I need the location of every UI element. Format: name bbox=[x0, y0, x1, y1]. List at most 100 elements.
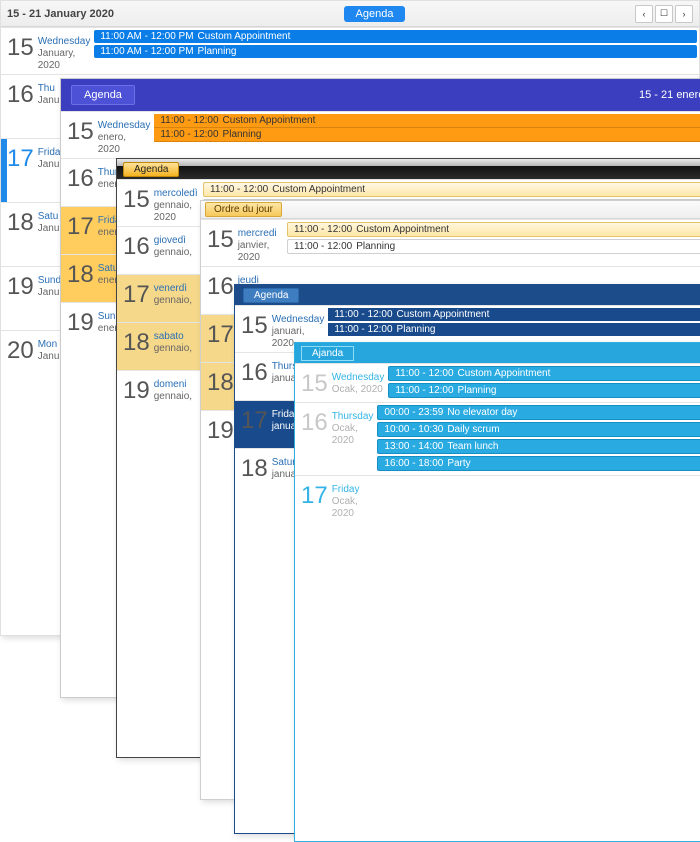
date-cell: 17 venerdìgennaio, bbox=[117, 275, 201, 322]
agenda-button[interactable]: Agenda bbox=[71, 85, 135, 105]
month-label: gennaio, bbox=[154, 391, 192, 402]
agenda-day-row[interactable]: 15 Wednesdayenero, 2020 11:00 - 12:00Cus… bbox=[61, 111, 700, 158]
agenda-button[interactable]: Ajanda bbox=[301, 346, 354, 361]
appointment-title: Custom Appointment bbox=[397, 309, 490, 320]
date-cell: 16 giovedìgennaio, bbox=[117, 227, 201, 274]
appointment-bar[interactable]: 11:00 - 12:00Planning bbox=[328, 323, 700, 336]
day-number: 17 bbox=[237, 403, 272, 435]
month-label: Janu bbox=[38, 95, 60, 106]
appointment-time: 10:00 - 10:30 bbox=[384, 424, 443, 435]
appointment-time: 11:00 - 12:00 bbox=[395, 385, 453, 396]
day-number: 17 bbox=[203, 317, 238, 349]
agenda-day-row[interactable]: 15 WednesdayJanuary, 2020 11:00 AM - 12:… bbox=[1, 27, 699, 74]
toolbar: Ordre du jour bbox=[201, 201, 700, 219]
appointment-title: No elevator day bbox=[447, 407, 517, 418]
event-column: 11:00 - 12:00Custom Appointment11:00 - 1… bbox=[386, 364, 700, 402]
today-button[interactable]: ☐ bbox=[655, 5, 673, 23]
day-number: 16 bbox=[3, 77, 38, 109]
month-label: Janu bbox=[38, 223, 60, 234]
date-range-title: 15 - 21 January 2020 bbox=[7, 8, 114, 20]
appointment-time: 11:00 AM - 12:00 PM bbox=[100, 46, 193, 57]
appointment-bar[interactable]: 11:00 AM - 12:00 PMCustom Appointment bbox=[94, 30, 697, 43]
day-number: 18 bbox=[119, 325, 154, 357]
date-cell: 15 mercoledìgennaio, 2020 bbox=[117, 180, 201, 226]
prev-button[interactable]: ‹ bbox=[635, 5, 653, 23]
weekday-label: Sun bbox=[98, 311, 116, 322]
appointment-title: Planning bbox=[223, 129, 262, 140]
appointment-title: Party bbox=[447, 458, 470, 469]
month-label: Janu bbox=[38, 351, 60, 362]
event-column: 11:00 - 12:00Custom Appointment11:00 - 1… bbox=[152, 112, 700, 158]
calendar-layer-cyan: Ajanda 15 WednesdayOcak, 2020 11:00 - 12… bbox=[294, 342, 700, 842]
month-label: enero, 2020 bbox=[98, 132, 126, 155]
agenda-list: 15 WednesdayOcak, 2020 11:00 - 12:00Cust… bbox=[295, 363, 700, 539]
month-label: gennaio, 2020 bbox=[154, 200, 192, 223]
day-number: 17 bbox=[297, 478, 332, 510]
day-number: 19 bbox=[63, 305, 98, 337]
agenda-button[interactable]: Agenda bbox=[123, 162, 179, 177]
weekday-label: Thursday bbox=[332, 411, 374, 422]
date-cell: 15 WednesdayOcak, 2020 bbox=[295, 364, 386, 402]
next-button[interactable]: › bbox=[675, 5, 693, 23]
weekday-label: Mon bbox=[38, 339, 57, 350]
day-number: 15 bbox=[63, 114, 98, 146]
day-number: 18 bbox=[237, 451, 272, 483]
appointment-title: Custom Appointment bbox=[198, 31, 291, 42]
weekday-label: Wednesday bbox=[272, 314, 325, 325]
appointment-title: Planning bbox=[198, 46, 237, 57]
appointment-bar[interactable]: 11:00 - 12:00 Planning bbox=[154, 128, 700, 142]
day-number: 19 bbox=[203, 413, 238, 445]
appointment-time: 11:00 - 12:00 bbox=[334, 324, 392, 335]
month-label: Ocak, 2020 bbox=[332, 384, 383, 395]
appointment-bar[interactable]: 11:00 AM - 12:00 PM Planning bbox=[94, 45, 697, 58]
day-number: 16 bbox=[237, 355, 272, 387]
month-label: janvier, 2020 bbox=[238, 240, 270, 263]
date-cell: 15 WednesdayJanuary, 2020 bbox=[1, 28, 92, 74]
agenda-button[interactable]: Agenda bbox=[243, 288, 299, 303]
appointment-bar[interactable]: 00:00 - 23:59 No elevator day bbox=[377, 405, 700, 420]
agenda-button[interactable]: Ordre du jour bbox=[205, 202, 282, 217]
appointment-bar[interactable]: 10:00 - 10:30Daily scrum bbox=[377, 422, 700, 437]
appointment-bar[interactable]: 11:00 - 12:00Custom Appointment bbox=[287, 222, 700, 237]
toolbar: 15 - 21 January 2020 Agenda ‹ ☐ › bbox=[1, 1, 699, 27]
event-column: 00:00 - 23:59 No elevator day 10:00 - 10:3… bbox=[375, 403, 700, 475]
appointment-time: 11:00 - 12:00 bbox=[334, 309, 392, 320]
day-number: 16 bbox=[119, 229, 154, 261]
toolbar: Ajanda bbox=[295, 343, 700, 363]
appointment-time: 00:00 - 23:59 bbox=[384, 407, 443, 418]
appointment-title: Custom Appointment bbox=[458, 368, 551, 379]
appointment-time: 11:00 - 12:00 bbox=[160, 115, 218, 126]
agenda-button[interactable]: Agenda bbox=[344, 6, 406, 22]
day-number: 18 bbox=[203, 365, 238, 397]
date-cell: 16 ThursdayOcak, 2020 bbox=[295, 403, 375, 475]
agenda-day-row[interactable]: 17 FridayOcak, 2020 bbox=[295, 475, 700, 539]
date-cell: 17 FridayOcak, 2020 bbox=[295, 476, 373, 539]
month-label: January, 2020 bbox=[38, 48, 76, 71]
appointment-bar[interactable]: 11:00 - 12:00 Custom Appointment bbox=[328, 308, 700, 321]
appointment-bar[interactable]: 11:00 - 12:00Custom Appointment bbox=[203, 182, 700, 197]
day-number: 19 bbox=[119, 373, 154, 405]
weekday-label: Wednesday bbox=[98, 120, 151, 131]
appointment-time: 13:00 - 14:00 bbox=[384, 441, 443, 452]
weekday-label: Thu bbox=[38, 83, 55, 94]
day-number: 17 bbox=[119, 277, 154, 309]
month-label: Ocak, 2020 bbox=[332, 496, 358, 519]
toolbar: Agenda bbox=[235, 285, 700, 305]
agenda-day-row[interactable]: 15 WednesdayOcak, 2020 11:00 - 12:00Cust… bbox=[295, 363, 700, 402]
appointment-bar[interactable]: 11:00 - 12:00Planning bbox=[287, 239, 700, 254]
agenda-day-row[interactable]: 16 ThursdayOcak, 2020 00:00 - 23:59 No el… bbox=[295, 402, 700, 475]
appointment-bar[interactable]: 11:00 - 12:00Custom Appointment bbox=[388, 366, 700, 381]
day-number: 17 bbox=[3, 141, 38, 173]
weekday-label: Satu bbox=[38, 211, 59, 222]
date-range-title: 15 - 21 enero 2020 bbox=[639, 89, 700, 101]
month-label: gennaio, bbox=[154, 343, 192, 354]
weekday-label: sabato bbox=[154, 331, 184, 342]
appointment-bar[interactable]: 16:00 - 18:00Party bbox=[377, 456, 700, 471]
appointment-bar[interactable]: 11:00 - 12:00Custom Appointment bbox=[154, 114, 700, 128]
appointment-time: 11:00 - 12:00 bbox=[160, 129, 218, 140]
weekday-label: mercredi bbox=[238, 228, 277, 239]
appointment-bar[interactable]: 11:00 - 12:00Planning bbox=[388, 383, 700, 398]
appointment-bar[interactable]: 13:00 - 14:00Team lunch bbox=[377, 439, 700, 454]
agenda-day-row[interactable]: 15 mercredijanvier, 2020 11:00 - 12:00Cu… bbox=[201, 219, 700, 266]
month-label: Ocak, 2020 bbox=[332, 423, 358, 446]
